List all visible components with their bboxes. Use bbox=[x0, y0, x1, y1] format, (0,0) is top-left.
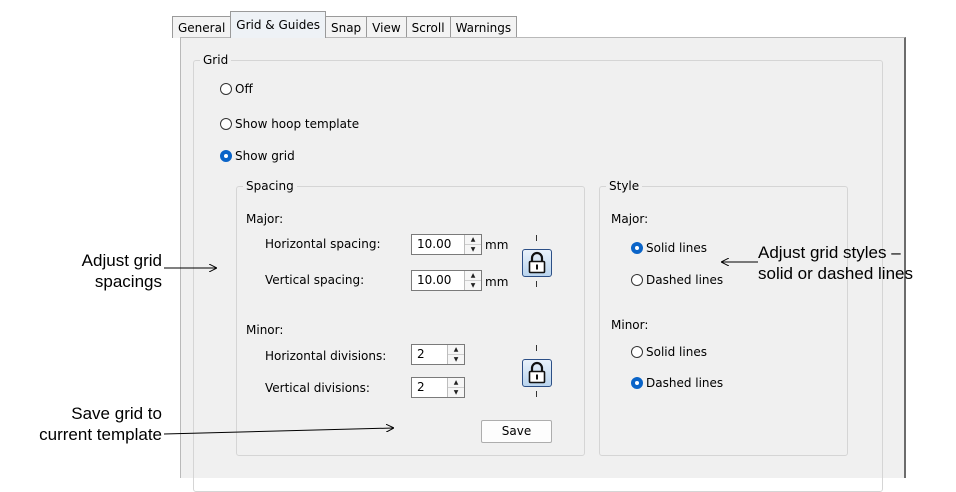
show-hoop-template-radio[interactable]: Show hoop template bbox=[220, 117, 359, 131]
minor-dashed-lines-radio[interactable]: Dashed lines bbox=[631, 376, 723, 390]
tab-general[interactable]: General bbox=[172, 16, 232, 38]
vertical-spacing-value: 10.00 bbox=[417, 273, 452, 287]
minor-dashed-lines-label: Dashed lines bbox=[646, 376, 724, 390]
horizontal-spacing-input[interactable]: 10.00 ▲ ▼ bbox=[411, 234, 482, 255]
tab-warnings[interactable]: Warnings bbox=[449, 16, 518, 38]
vertical-spacing-label: Vertical spacing: bbox=[265, 273, 365, 287]
arrow-down-icon[interactable]: ▼ bbox=[448, 354, 464, 364]
horizontal-divisions-value: 2 bbox=[417, 347, 425, 361]
radio-indicator bbox=[631, 377, 643, 389]
arrow-down-icon[interactable]: ▼ bbox=[448, 387, 464, 397]
padlock-icon-graphic bbox=[528, 251, 546, 274]
radio-indicator bbox=[220, 118, 232, 130]
padlock-icon[interactable] bbox=[522, 359, 552, 387]
show-hoop-template-label: Show hoop template bbox=[235, 117, 360, 131]
spacing-group: Spacing bbox=[236, 178, 585, 456]
major-solid-lines-radio[interactable]: Solid lines bbox=[631, 241, 707, 255]
save-button[interactable]: Save bbox=[481, 420, 552, 443]
annotation-line: solid or dashed lines bbox=[758, 264, 913, 283]
minor-divisions-lock bbox=[522, 345, 552, 403]
arrow-up-icon[interactable]: ▲ bbox=[465, 235, 481, 244]
vertical-spacing-input[interactable]: 10.00 ▲ ▼ bbox=[411, 270, 482, 291]
tab-grid-guides[interactable]: Grid & Guides bbox=[230, 11, 326, 38]
arrow-up-icon[interactable]: ▲ bbox=[465, 271, 481, 280]
major-spacing-lock bbox=[522, 235, 552, 293]
horizontal-spacing-unit: mm bbox=[485, 238, 509, 252]
vertical-spacing-unit: mm bbox=[485, 275, 509, 289]
spacing-group-title: Spacing bbox=[243, 178, 297, 194]
padlock-icon-graphic bbox=[528, 361, 546, 384]
lock-link-line bbox=[536, 281, 537, 287]
grid-off-label: Off bbox=[235, 82, 253, 96]
spacing-major-label: Major: bbox=[246, 212, 284, 226]
spin-buttons: ▲ ▼ bbox=[447, 345, 464, 364]
tab-scroll[interactable]: Scroll bbox=[405, 16, 451, 38]
annotation-line: Save grid to bbox=[71, 404, 162, 423]
vertical-divisions-value: 2 bbox=[417, 380, 425, 394]
lock-link-line bbox=[536, 391, 537, 397]
vertical-divisions-input[interactable]: 2 ▲ ▼ bbox=[411, 377, 465, 398]
minor-solid-lines-radio[interactable]: Solid lines bbox=[631, 345, 707, 359]
annotation-adjust-styles: Adjust grid styles – solid or dashed lin… bbox=[758, 242, 913, 284]
radio-indicator bbox=[220, 150, 232, 162]
padlock-icon[interactable] bbox=[522, 249, 552, 277]
horizontal-spacing-label: Horizontal spacing: bbox=[265, 237, 381, 251]
annotation-save-grid: Save grid to current template bbox=[39, 403, 162, 445]
annotation-line: Adjust grid styles – bbox=[758, 243, 901, 262]
annotation-line: current template bbox=[39, 425, 162, 444]
show-grid-radio[interactable]: Show grid bbox=[220, 149, 295, 163]
arrow-down-icon[interactable]: ▼ bbox=[465, 244, 481, 254]
style-group-title: Style bbox=[606, 178, 643, 194]
annotation-adjust-spacings: Adjust grid spacings bbox=[82, 250, 162, 292]
arrow-up-icon[interactable]: ▲ bbox=[448, 345, 464, 354]
radio-indicator bbox=[631, 346, 643, 358]
arrow-down-icon[interactable]: ▼ bbox=[465, 280, 481, 290]
radio-indicator bbox=[631, 274, 643, 286]
style-major-label: Major: bbox=[611, 212, 649, 226]
minor-solid-lines-label: Solid lines bbox=[646, 345, 707, 359]
lock-link-line bbox=[536, 235, 537, 241]
spin-buttons: ▲ ▼ bbox=[464, 271, 481, 290]
horizontal-divisions-label: Horizontal divisions: bbox=[265, 349, 387, 363]
horizontal-spacing-value: 10.00 bbox=[417, 237, 452, 251]
radio-indicator bbox=[631, 242, 643, 254]
style-minor-label: Minor: bbox=[611, 318, 649, 332]
horizontal-divisions-input[interactable]: 2 ▲ ▼ bbox=[411, 344, 465, 365]
vertical-divisions-label: Vertical divisions: bbox=[265, 381, 370, 395]
major-dashed-lines-radio[interactable]: Dashed lines bbox=[631, 273, 723, 287]
grid-group-title: Grid bbox=[200, 52, 232, 68]
radio-indicator bbox=[220, 83, 232, 95]
lock-link-line bbox=[536, 345, 537, 351]
annotation-line: spacings bbox=[94, 272, 162, 291]
tab-view[interactable]: View bbox=[366, 16, 407, 38]
tab-strip: General Grid & Guides Snap View Scroll W… bbox=[172, 10, 518, 38]
show-grid-label: Show grid bbox=[235, 149, 295, 163]
spacing-minor-label: Minor: bbox=[246, 323, 284, 337]
annotation-line: Adjust grid bbox=[81, 251, 162, 270]
tab-snap[interactable]: Snap bbox=[324, 16, 368, 38]
arrow-up-icon[interactable]: ▲ bbox=[448, 378, 464, 387]
major-solid-lines-label: Solid lines bbox=[646, 241, 707, 255]
spin-buttons: ▲ ▼ bbox=[464, 235, 481, 254]
spin-buttons: ▲ ▼ bbox=[447, 378, 464, 397]
grid-off-radio[interactable]: Off bbox=[220, 82, 253, 96]
major-dashed-lines-label: Dashed lines bbox=[646, 273, 724, 287]
